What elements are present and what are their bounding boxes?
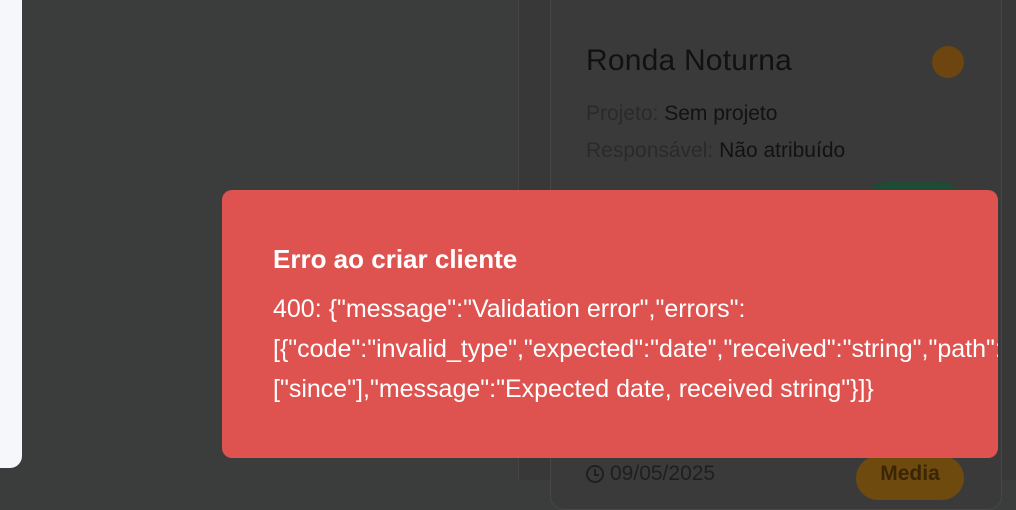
project-value: Sem projeto [664, 102, 778, 125]
card-date-text: 09/05/2025 [610, 462, 716, 485]
toast-title: Erro ao criar cliente [273, 244, 518, 274]
assignee-label: Responsável: [586, 139, 714, 162]
toast-message-line: [{"code":"invalid_type","expected":"date… [273, 335, 998, 363]
priority-badge: Media [856, 456, 964, 500]
card-date: 09/05/2025 [586, 462, 715, 486]
project-label: Projeto: [586, 102, 659, 125]
toast-message-line: 400: {"message":"Validation error","erro… [273, 295, 746, 323]
status-indicator [932, 46, 964, 78]
toast-message: 400: {"message":"Validation error","erro… [273, 289, 998, 409]
clock-icon [586, 465, 604, 483]
card-assignee: Responsável: Não atribuído [586, 139, 845, 163]
assignee-value: Não atribuído [719, 139, 846, 162]
toast-message-line: ["since"],"message":"Expected date, rece… [273, 375, 874, 403]
card-project: Projeto: Sem projeto [586, 102, 777, 126]
side-panel [0, 0, 22, 468]
card-title: Ronda Noturna [586, 44, 793, 77]
error-toast[interactable]: Erro ao criar cliente 400: {"message":"V… [222, 190, 998, 458]
